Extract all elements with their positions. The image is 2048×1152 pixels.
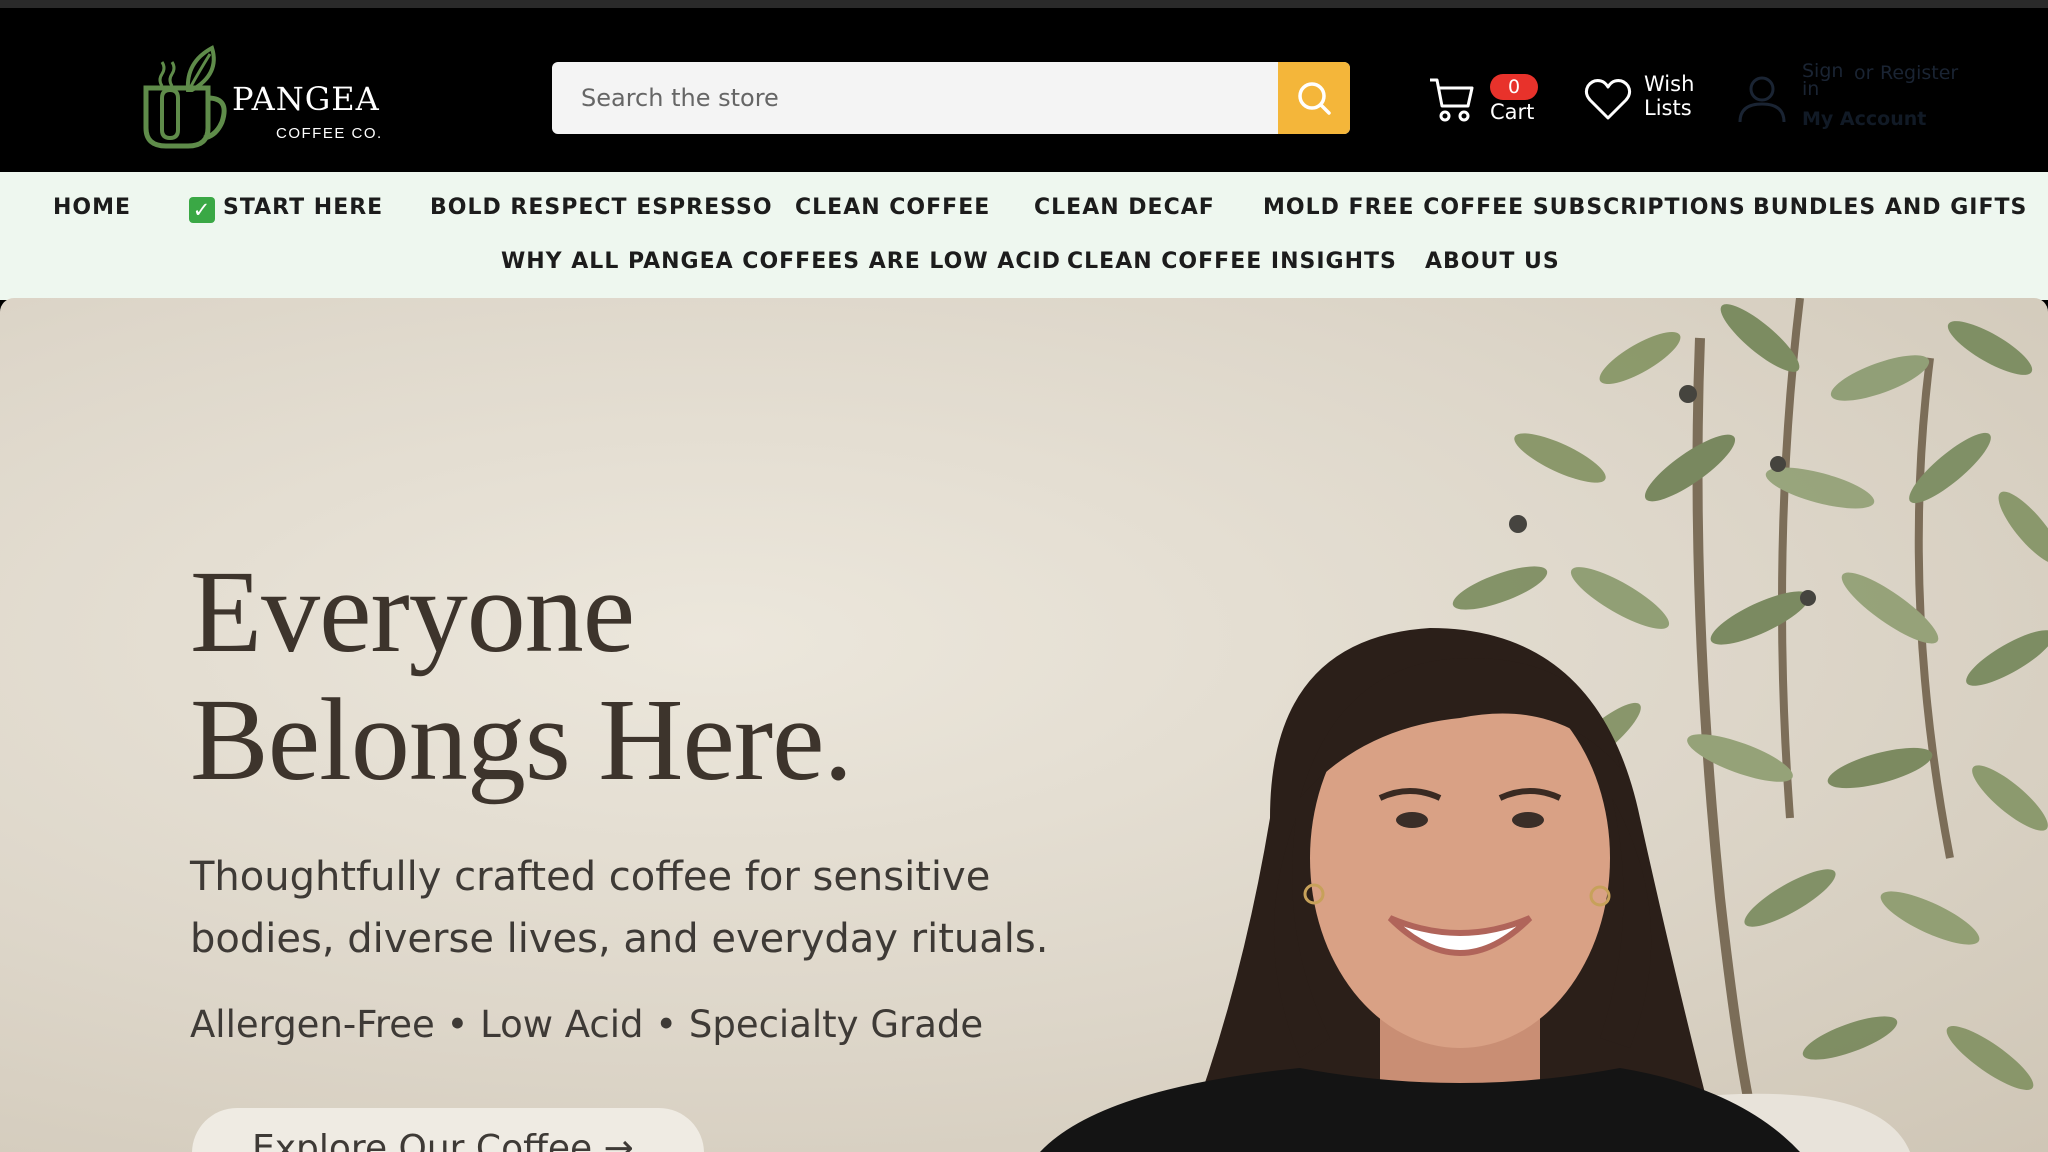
nav-item-start-here-label: START HERE xyxy=(223,195,384,220)
cart-label: Cart xyxy=(1490,100,1535,124)
hero-banner: Everyone Belongs Here. Thoughtfully craf… xyxy=(0,298,2048,1152)
search-icon xyxy=(1298,82,1331,115)
hero-subtitle-line2: bodies, diverse lives, and everyday ritu… xyxy=(190,916,1049,962)
nav-item-about-us[interactable]: ABOUT US xyxy=(1425,249,1560,274)
main-nav: HOME ✓ START HERE BOLD RESPECT ESPRESSO C… xyxy=(0,172,2048,300)
my-account-link[interactable]: My Account xyxy=(1802,108,1926,130)
nav-item-clean-coffee-insights[interactable]: CLEAN COFFEE INSIGHTS xyxy=(1067,249,1397,274)
hero-tags: Allergen-Free • Low Acid • Specialty Gra… xyxy=(190,1003,984,1046)
hero-title-line2: Belongs Here. xyxy=(190,674,853,805)
cart-count-badge: 0 xyxy=(1490,74,1538,100)
user-icon xyxy=(1738,76,1786,123)
wishlist-label: Wish Lists xyxy=(1644,72,1714,120)
explore-coffee-button[interactable]: Explore Our Coffee → xyxy=(192,1108,704,1152)
nav-item-clean-coffee[interactable]: CLEAN COFFEE xyxy=(795,195,990,220)
hero-title: Everyone Belongs Here. xyxy=(190,548,1050,804)
site-header: PANGEA COFFEE CO. 0 Cart Wish Lists xyxy=(0,8,2048,172)
brand-logo[interactable]: PANGEA COFFEE CO. xyxy=(140,38,400,158)
search-button[interactable] xyxy=(1278,62,1350,134)
cart-icon xyxy=(1430,78,1474,122)
heart-icon xyxy=(1584,79,1632,120)
nav-item-bold-respect-espresso[interactable]: BOLD RESPECT ESPRESSO xyxy=(430,195,773,220)
nav-item-mold-free-subscriptions[interactable]: MOLD FREE COFFEE SUBSCRIPTIONS xyxy=(1263,195,1746,220)
nav-item-low-acid[interactable]: WHY ALL PANGEA COFFEES ARE LOW ACID xyxy=(501,249,1061,274)
cart-button[interactable]: 0 Cart xyxy=(1428,68,1548,132)
checkmark-icon: ✓ xyxy=(189,197,215,223)
nav-item-home[interactable]: HOME xyxy=(53,195,131,220)
account-menu[interactable]: Sign in or Register My Account xyxy=(1738,60,1978,140)
search-input[interactable] xyxy=(552,62,1278,134)
sign-in-link[interactable]: Sign in xyxy=(1802,62,1846,99)
wishlist-label-line2: Lists xyxy=(1644,96,1692,120)
register-link[interactable]: Register xyxy=(1880,62,1958,84)
nav-item-bundles-and-gifts[interactable]: BUNDLES AND GIFTS xyxy=(1753,195,2027,220)
brand-subtitle: COFFEE CO. xyxy=(276,125,383,142)
wishlist-button[interactable]: Wish Lists xyxy=(1584,70,1704,130)
wishlist-label-line1: Wish xyxy=(1644,72,1695,96)
cup-leaf-icon xyxy=(143,45,227,149)
nav-item-start-here[interactable]: ✓ START HERE xyxy=(189,195,383,223)
search-bar xyxy=(552,62,1350,134)
hero-subtitle-line1: Thoughtfully crafted coffee for sensitiv… xyxy=(190,854,991,900)
hero-subtitle: Thoughtfully crafted coffee for sensitiv… xyxy=(190,846,1090,970)
brand-name: PANGEA xyxy=(232,80,380,118)
hero-title-line1: Everyone xyxy=(190,546,635,677)
or-text: or xyxy=(1854,62,1874,84)
top-strip xyxy=(0,0,2048,8)
nav-item-clean-decaf[interactable]: CLEAN DECAF xyxy=(1034,195,1215,220)
